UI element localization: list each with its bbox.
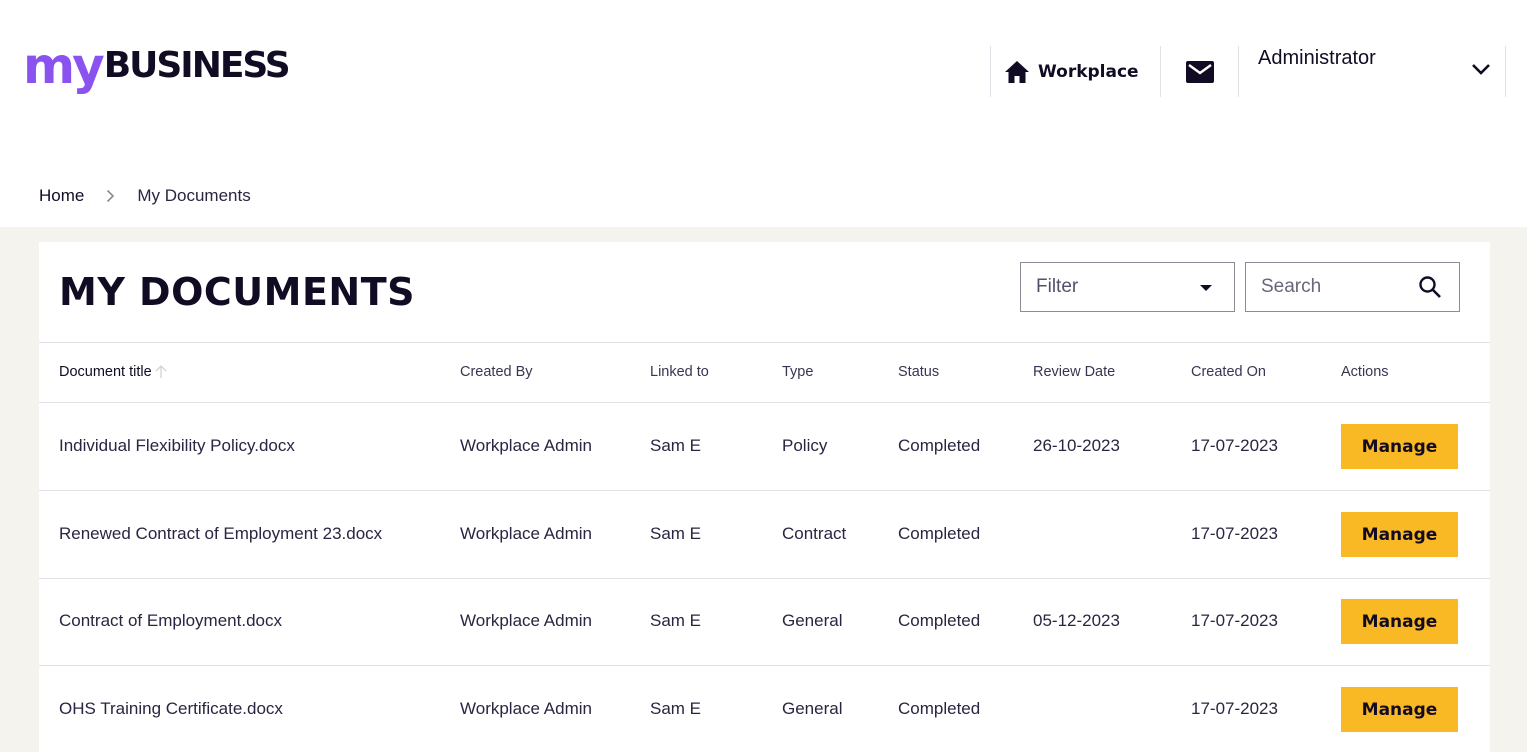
- linked-to-cell: Sam E: [650, 436, 702, 455]
- search-input[interactable]: [1246, 263, 1416, 311]
- linked-to-cell: Sam E: [650, 524, 702, 543]
- type-cell: General: [782, 699, 843, 718]
- chevron-right-icon: [106, 189, 115, 203]
- status-cell: Completed: [898, 611, 981, 630]
- review-date-cell: 26-10-2023: [1033, 436, 1120, 455]
- page-title: MY DOCUMENTS: [59, 270, 416, 314]
- review-date-cell: 05-12-2023: [1033, 611, 1120, 630]
- chevron-down-icon[interactable]: [1471, 62, 1491, 76]
- document-title-cell[interactable]: Individual Flexibility Policy.docx: [59, 436, 295, 456]
- table-row: Renewed Contract of Employment 23.docx W…: [39, 491, 1490, 579]
- app-header: my BUSINESS Workplace Administrator: [0, 0, 1527, 140]
- column-header-linked-to[interactable]: Linked to: [650, 364, 709, 380]
- manage-button[interactable]: Manage: [1341, 424, 1458, 469]
- messages-button[interactable]: [1160, 46, 1238, 97]
- filter-dropdown[interactable]: Filter: [1020, 262, 1235, 312]
- manage-button[interactable]: Manage: [1341, 687, 1458, 732]
- created-by-cell: Workplace Admin: [460, 699, 592, 718]
- workplace-link[interactable]: Workplace: [990, 46, 1160, 97]
- manage-button[interactable]: Manage: [1341, 512, 1458, 557]
- created-by-cell: Workplace Admin: [460, 436, 592, 455]
- breadcrumb-current: My Documents: [137, 186, 251, 205]
- filter-label: Filter: [1036, 276, 1079, 297]
- workplace-label: Workplace: [1038, 61, 1139, 82]
- top-nav: Workplace Administrator: [990, 46, 1506, 97]
- created-on-cell: 17-07-2023: [1191, 611, 1278, 630]
- status-cell: Completed: [898, 524, 981, 543]
- created-by-cell: Workplace Admin: [460, 611, 592, 630]
- created-on-cell: 17-07-2023: [1191, 524, 1278, 543]
- column-header-document-title[interactable]: Document title: [59, 364, 168, 380]
- arrow-up-icon[interactable]: [154, 364, 168, 380]
- breadcrumb-home[interactable]: Home: [39, 186, 84, 206]
- linked-to-cell: Sam E: [650, 611, 702, 630]
- document-title-cell[interactable]: OHS Training Certificate.docx: [59, 699, 283, 719]
- column-label: Document title: [59, 364, 152, 380]
- user-menu[interactable]: Administrator: [1238, 46, 1506, 97]
- type-cell: Contract: [782, 524, 847, 543]
- manage-button[interactable]: Manage: [1341, 599, 1458, 644]
- mail-icon: [1185, 60, 1214, 83]
- status-cell: Completed: [898, 699, 981, 718]
- column-header-created-by[interactable]: Created By: [460, 364, 533, 380]
- table-row: Individual Flexibility Policy.docx Workp…: [39, 403, 1490, 491]
- logo-prefix: my: [23, 37, 105, 95]
- table-row: OHS Training Certificate.docx Workplace …: [39, 666, 1490, 752]
- column-header-status[interactable]: Status: [898, 364, 939, 380]
- status-cell: Completed: [898, 436, 981, 455]
- user-name: Administrator: [1258, 47, 1376, 69]
- document-title-cell[interactable]: Contract of Employment.docx: [59, 611, 282, 631]
- linked-to-cell: Sam E: [650, 699, 702, 718]
- created-by-cell: Workplace Admin: [460, 524, 592, 543]
- breadcrumb: Home My Documents: [39, 186, 251, 206]
- table-header: Document title Created By Linked to Type…: [39, 342, 1490, 403]
- type-cell: Policy: [782, 436, 828, 455]
- logo-name: BUSINESS: [103, 45, 291, 86]
- created-on-cell: 17-07-2023: [1191, 436, 1278, 455]
- table-row: Contract of Employment.docx Workplace Ad…: [39, 578, 1490, 666]
- search-box: [1245, 262, 1460, 312]
- search-icon[interactable]: [1418, 275, 1442, 299]
- type-cell: General: [782, 611, 843, 630]
- created-on-cell: 17-07-2023: [1191, 699, 1278, 718]
- column-header-type[interactable]: Type: [782, 364, 813, 380]
- column-header-created-on[interactable]: Created On: [1191, 364, 1266, 380]
- column-header-actions: Actions: [1341, 364, 1389, 380]
- document-title-cell[interactable]: Renewed Contract of Employment 23.docx: [59, 524, 382, 544]
- home-icon: [1004, 60, 1030, 84]
- caret-down-icon: [1200, 285, 1212, 291]
- mybusiness-logo[interactable]: my BUSINESS: [23, 37, 291, 96]
- documents-card: MY DOCUMENTS Filter Document title Creat…: [39, 242, 1490, 752]
- column-header-review-date[interactable]: Review Date: [1033, 364, 1115, 380]
